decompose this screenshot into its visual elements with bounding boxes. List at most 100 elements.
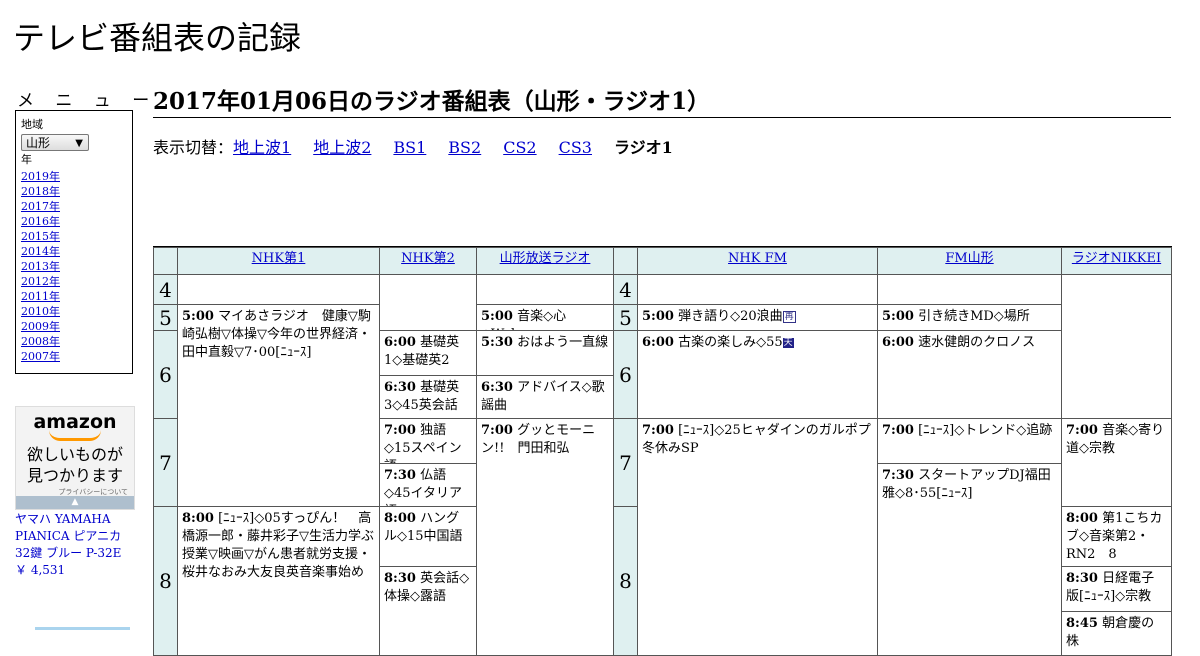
program-ybc-0500[interactable]: 5:00 音楽◇心◇Wake: [476, 304, 614, 331]
program-nhk2-0730[interactable]: 7:30 仏語◇45イタリア語: [379, 463, 477, 507]
empty-slot: [476, 274, 614, 305]
year-link-2009[interactable]: 2009年: [21, 320, 60, 333]
empty-slot: [877, 274, 1062, 305]
program-time: 7:30: [882, 468, 914, 483]
year-link-2008[interactable]: 2008年: [21, 335, 60, 348]
switch-current: ラジオ1: [613, 138, 673, 157]
program-time: 6:00: [384, 335, 416, 350]
program-nhkfm-0500[interactable]: 5:00 弾き語り◇20浪曲再: [637, 304, 878, 331]
channel-link-nhkfm[interactable]: NHK FM: [728, 251, 787, 266]
program-fmy-0700[interactable]: 7:00 [ﾆｭｰｽ]◇トレンド◇追跡: [877, 418, 1062, 464]
year-link-2012[interactable]: 2012年: [21, 275, 60, 288]
channel-link-nhk1[interactable]: NHK第1: [252, 251, 306, 266]
year-link-2019[interactable]: 2019年: [21, 170, 60, 183]
program-time: 6:30: [481, 380, 513, 395]
switch-link-cs3[interactable]: CS3: [559, 138, 592, 157]
channel-link-fmyamagata[interactable]: FM山形: [945, 251, 993, 266]
program-nikkei-0845[interactable]: 8:45 朝倉慶の株: [1061, 611, 1172, 656]
switch-link-bs2[interactable]: BS2: [448, 138, 481, 157]
program-time: 7:00: [882, 423, 914, 438]
program-title: 引き続きMD◇場所: [918, 309, 1030, 324]
program-title: 弾き語り◇20浪曲: [678, 309, 783, 324]
ad-product: ヤマハ YAMAHA PIANICA ピアニカ 32鍵 ブルー P-32E ￥ …: [15, 511, 140, 579]
program-time: 5:00: [182, 309, 214, 324]
hour-cell-mid-5: 5: [613, 304, 638, 331]
corner-cell-left: [153, 247, 178, 275]
program-title: 速水健朗のクロノス: [918, 335, 1036, 350]
caret-up-icon: ▲: [71, 497, 79, 507]
program-fmy-0500[interactable]: 5:00 引き続きMD◇場所: [877, 304, 1062, 331]
program-time: 8:00: [1066, 511, 1098, 526]
amazon-ad[interactable]: amazon 欲しいものが 見つかります プライバシーについて ▲: [15, 406, 135, 510]
program-ybc-0630[interactable]: 6:30 アドバイス◇歌謡曲: [476, 375, 614, 419]
program-ybc-0700[interactable]: 7:00 グッとモーニン!! 門田和弘: [476, 418, 614, 656]
year-link-2011[interactable]: 2011年: [21, 290, 60, 303]
channel-link-ybc[interactable]: 山形放送ラジオ: [500, 251, 591, 266]
empty-slot: [1061, 274, 1172, 419]
program-time: 8:30: [1066, 571, 1098, 586]
channel-link-nhk2[interactable]: NHK第2: [401, 251, 455, 266]
program-title: [ﾆｭｰｽ]◇トレンド◇追跡: [918, 423, 1053, 438]
program-nhk1-0800[interactable]: 8:00 [ﾆｭｰｽ]◇05すっぴん！ 高橋源一郎・藤井彩子▽生活力学ぶ授業▽映…: [177, 506, 380, 656]
year-link-2016[interactable]: 2016年: [21, 215, 60, 228]
program-nhk2-0830[interactable]: 8:30 英会話◇体操◇露語: [379, 566, 477, 656]
year-list: 2019年 2018年 2017年 2016年 2015年 2014年 2013…: [21, 169, 127, 364]
program-ybc-0530[interactable]: 5:30 おはよう一直線: [476, 330, 614, 376]
program-nhkfm-0600[interactable]: 6:00 古楽の楽しみ◇55天: [637, 330, 878, 419]
ad-expand-bar[interactable]: ▲: [16, 496, 134, 509]
program-nhk1-0500[interactable]: 5:00 マイあさラジオ 健康▽駒崎弘樹▽体操▽今年の世界経済・田中直毅▽7･0…: [177, 304, 380, 507]
corner-cell-mid: [613, 247, 638, 275]
switch-link-bs1[interactable]: BS1: [393, 138, 426, 157]
program-nhk2-0800[interactable]: 8:00 ハングル◇15中国語: [379, 506, 477, 567]
program-guide: NHK第1 NHK第2 山形放送ラジオ NHK FM FM山形 ラジオNIKKE…: [153, 246, 1172, 656]
channel-header-nikkei: ラジオNIKKEI: [1061, 247, 1172, 275]
program-time: 5:30: [481, 335, 513, 350]
program-time: 8:30: [384, 571, 416, 586]
year-link-2010[interactable]: 2010年: [21, 305, 60, 318]
program-fmy-0600[interactable]: 6:00 速水健朗のクロノス: [877, 330, 1062, 419]
program-time: 5:00: [882, 309, 914, 324]
channel-link-nikkei[interactable]: ラジオNIKKEI: [1072, 251, 1161, 266]
empty-slot: [637, 274, 878, 305]
switch-link-terrestrial1[interactable]: 地上波1: [233, 138, 291, 157]
program-nhk2-0630[interactable]: 6:30 基礎英3◇45英会話: [379, 375, 477, 419]
program-nikkei-0700[interactable]: 7:00 音楽◇寄り道◇宗教: [1061, 418, 1172, 507]
year-link-2007[interactable]: 2007年: [21, 350, 60, 363]
region-select[interactable]: 山形 ▼: [21, 134, 89, 151]
program-time: 5:00: [481, 309, 513, 324]
hour-cell-mid-8: 8: [613, 506, 638, 656]
hour-cell-left-7: 7: [153, 418, 178, 507]
year-link-2014[interactable]: 2014年: [21, 245, 60, 258]
hour-cell-mid-7: 7: [613, 418, 638, 507]
ad-line-2: 見つかります: [26, 466, 123, 485]
ad-product-link[interactable]: ヤマハ YAMAHA PIANICA ピアニカ 32鍵 ブルー P-32E: [15, 512, 121, 560]
channel-header-nhkfm: NHK FM: [637, 247, 878, 275]
empty-slot: [379, 274, 477, 331]
chevron-down-icon: ▼: [75, 138, 83, 149]
channel-header-ybc: 山形放送ラジオ: [476, 247, 614, 275]
amazon-logo: amazon: [33, 411, 117, 433]
hour-cell-mid-4: 4: [613, 274, 638, 305]
program-fmy-0730[interactable]: 7:30 スタートアップDJ福田雅◇8･55[ﾆｭｰｽ]: [877, 463, 1062, 656]
program-nhkfm-0700[interactable]: 7:00 [ﾆｭｰｽ]◇25ヒャダインのガルポプ冬休みSP: [637, 418, 878, 656]
program-time: 6:00: [882, 335, 914, 350]
year-link-2015[interactable]: 2015年: [21, 230, 60, 243]
year-link-2013[interactable]: 2013年: [21, 260, 60, 273]
program-nhk2-0700[interactable]: 7:00 独語◇15スペイン語: [379, 418, 477, 464]
program-time: 5:00: [642, 309, 674, 324]
program-time: 8:00: [384, 511, 416, 526]
program-nikkei-0800[interactable]: 8:00 第1こちカブ◇音楽第2・RN2 8: [1061, 506, 1172, 567]
region-label: 地域: [21, 118, 43, 131]
program-nhk2-0600[interactable]: 6:00 基礎英1◇基礎英2: [379, 330, 477, 376]
year-link-2017[interactable]: 2017年: [21, 200, 60, 213]
switch-link-terrestrial2[interactable]: 地上波2: [313, 138, 371, 157]
program-nikkei-0830[interactable]: 8:30 日経電子版[ﾆｭｰｽ]◇宗教: [1061, 566, 1172, 612]
empty-slot: [177, 274, 380, 305]
switch-link-cs2[interactable]: CS2: [503, 138, 536, 157]
program-time: 6:00: [642, 335, 674, 350]
site-title: テレビ番組表の記録: [13, 19, 302, 57]
year-link-2018[interactable]: 2018年: [21, 185, 60, 198]
hour-cell-left-5: 5: [153, 304, 178, 331]
program-time: 7:00: [384, 423, 416, 438]
program-time: 7:00: [1066, 423, 1098, 438]
